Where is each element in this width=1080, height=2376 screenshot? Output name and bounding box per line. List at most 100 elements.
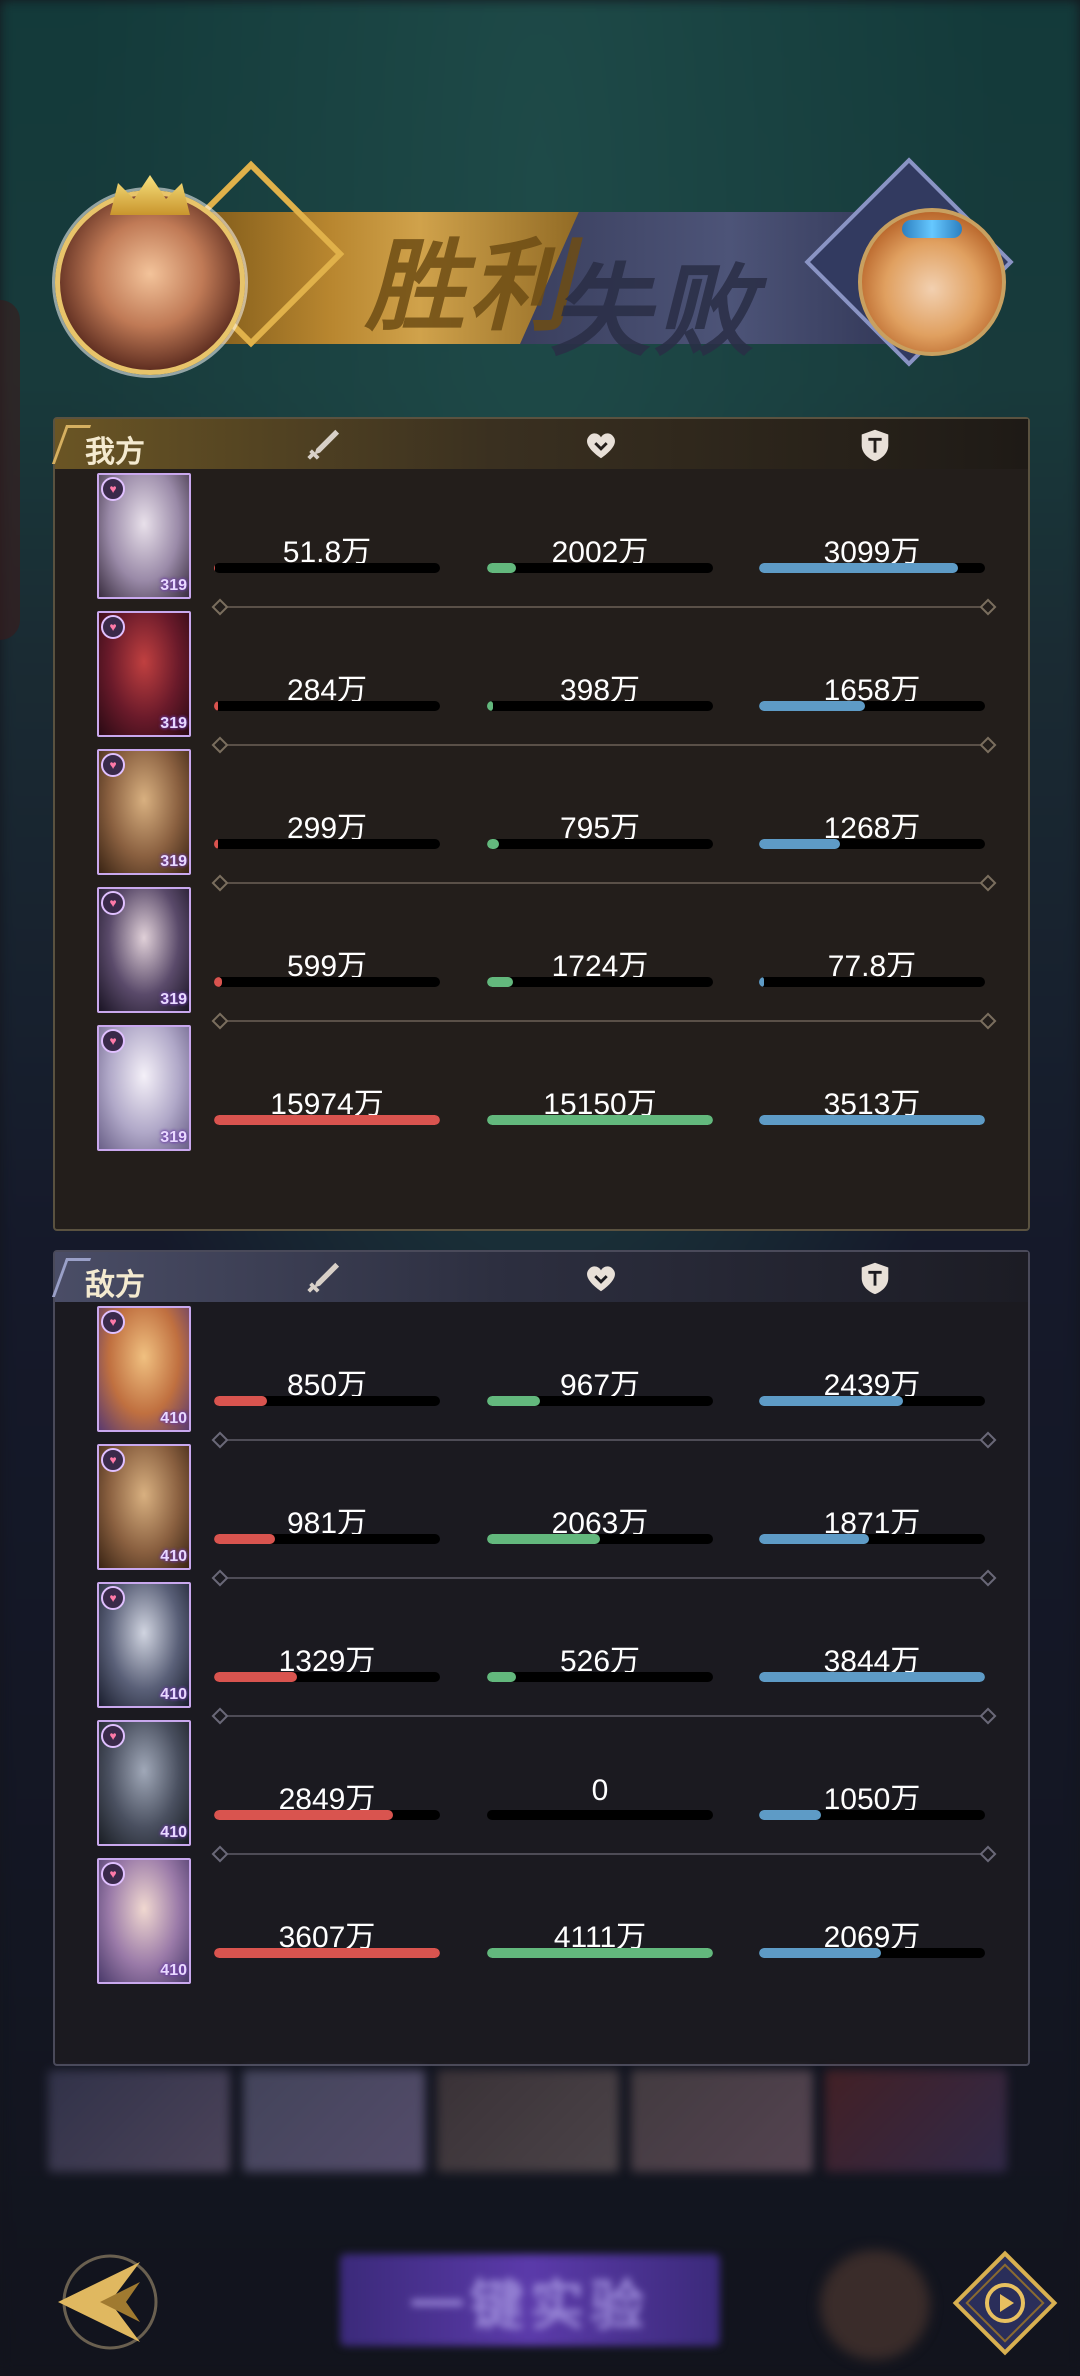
row-divider [220,1577,988,1579]
hero-card[interactable]: ♥ 319 [97,473,191,599]
crown-icon [110,175,190,215]
winner-avatar[interactable] [55,175,245,375]
sword-icon [302,1258,342,1298]
hero-level: 410 [160,1962,187,1979]
hero-level: 319 [160,853,187,870]
row-divider [220,1715,988,1717]
heal-bar [487,701,713,711]
tank-bar [759,701,985,711]
row-divider [220,1853,988,1855]
hero-level: 410 [160,1548,187,1565]
damage-bar [214,1672,440,1682]
tank-bar [759,977,985,987]
damage-bar [214,563,440,573]
tank-bar-fill [759,1396,903,1406]
damage-bar-fill [214,1672,298,1682]
one-key-button[interactable]: 一键实验 [340,2254,720,2346]
row-divider [220,606,988,608]
tiara-icon [902,220,962,238]
damage-bar-fill [214,977,223,987]
tank-bar-fill [759,1810,821,1820]
stat-row: ♥ 319 299万 795万 1268万 [55,749,1028,879]
bottom-bar: 一键实验 [0,2240,1080,2376]
tank-bar [759,1672,985,1682]
tank-bar [759,1115,985,1125]
heal-bar-fill [487,1534,601,1544]
tank-bar [759,1396,985,1406]
element-icon: ♥ [101,1586,125,1610]
tank-bar-fill [759,563,958,573]
our-side-label: 我方 [85,435,145,470]
hero-card[interactable]: ♥ 319 [97,611,191,737]
victory-text: 胜利 [365,227,573,345]
enemy-side-panel: 敌方 ♥ 410 850万 967万 2439万 ♥ 410 981万 2063万 1871万 ♥ 4… [51,1250,1030,2066]
tank-bar [759,1948,985,1958]
heal-bar [487,1396,713,1406]
hero-level: 410 [160,1824,187,1841]
damage-bar [214,1534,440,1544]
hero-card[interactable]: ♥ 410 [97,1582,191,1708]
damage-bar [214,1948,440,1958]
tank-bar-fill [759,977,764,987]
hero-card[interactable]: ♥ 410 [97,1720,191,1846]
element-icon: ♥ [101,1310,125,1334]
our-side-panel: 我方 ♥ 319 51.8万 2002万 3099万 ♥ 319 284万 398万 1658万 ♥… [51,417,1030,1231]
hero-card[interactable]: ♥ 410 [97,1858,191,1984]
hero-level: 319 [160,577,187,594]
heal-bar [487,1115,713,1125]
blurred-hero-card [437,2070,619,2172]
stat-row: ♥ 410 981万 2063万 1871万 [55,1444,1028,1574]
hero-card[interactable]: ♥ 319 [97,1025,191,1151]
row-divider [220,1439,988,1441]
tank-bar [759,1810,985,1820]
damage-bar [214,977,440,987]
heal-bar-fill [487,1948,713,1958]
enemy-side-label: 敌方 [85,1268,145,1303]
tank-bar [759,839,985,849]
damage-bar-fill [214,1810,393,1820]
damage-bar [214,701,440,711]
stat-row: ♥ 410 850万 967万 2439万 [55,1306,1028,1436]
stat-row: ♥ 319 51.8万 2002万 3099万 [55,473,1028,603]
back-button[interactable] [40,2240,165,2365]
element-icon: ♥ [101,615,125,639]
heal-bar [487,1672,713,1682]
shield-icon [855,425,895,465]
stat-row: ♥ 410 3607万 4111万 2069万 [55,1858,1028,1988]
stat-row: ♥ 319 599万 1724万 77.8万 [55,887,1028,1017]
replay-button[interactable] [950,2248,1060,2358]
heal-bar-fill [487,701,493,711]
heal-bar-fill [487,1672,516,1682]
element-icon: ♥ [101,1029,125,1053]
heal-bar-fill [487,839,499,849]
heal-value: 0 [591,1774,609,1807]
heal-bar-fill [487,1396,541,1406]
sword-icon [302,425,342,465]
damage-bar-fill [214,1115,440,1125]
back-arrow-icon [58,2254,158,2350]
hero-card[interactable]: ♥ 410 [97,1306,191,1432]
hero-level: 319 [160,715,187,732]
damage-bar-fill [214,839,219,849]
tank-bar [759,1534,985,1544]
play-icon [952,2250,1058,2356]
heart-icon [581,425,621,465]
heal-bar-fill [487,563,517,573]
element-icon: ♥ [101,1448,125,1472]
shield-icon [855,1258,895,1298]
damage-bar-fill [214,701,219,711]
hero-card[interactable]: ♥ 410 [97,1444,191,1570]
hero-card[interactable]: ♥ 319 [97,887,191,1013]
stat-row: ♥ 410 2849万 0 1050万 [55,1720,1028,1850]
our-side-header: 我方 [51,419,1028,470]
hero-card[interactable]: ♥ 319 [97,749,191,875]
one-key-label: 一键实验 [410,2272,650,2337]
hero-level: 319 [160,991,187,1008]
heal-bar [487,563,713,573]
heal-bar [487,1810,713,1820]
heal-bar-fill [487,1115,713,1125]
loser-avatar[interactable] [858,208,1006,356]
stat-row: ♥ 319 15974万 15150万 3513万 [55,1025,1028,1155]
damage-bar [214,1810,440,1820]
element-icon: ♥ [101,891,125,915]
